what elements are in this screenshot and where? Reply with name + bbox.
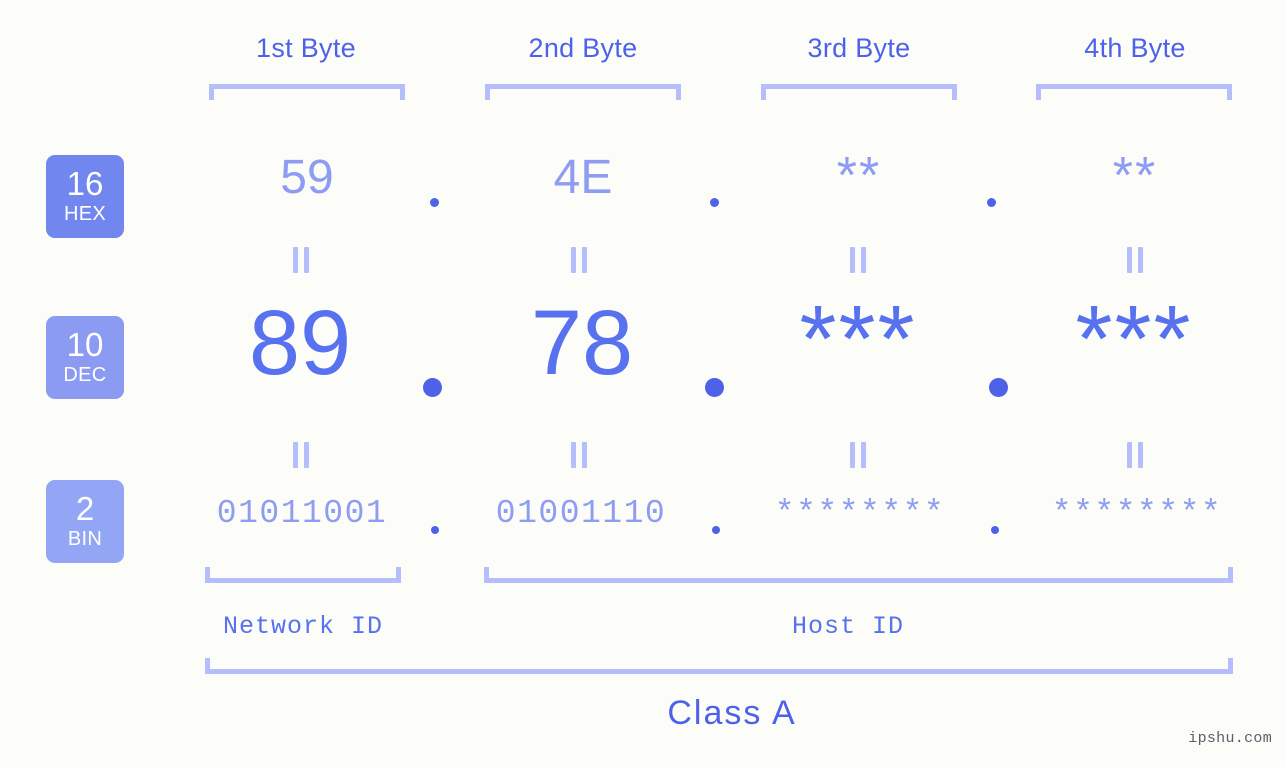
dec-value-byte-3: *** [799,286,917,392]
dec-value-byte-2: 78 [530,292,634,394]
radix-badge-bin-unit: BIN [67,527,103,550]
dec-separator-dot-3 [989,378,1008,397]
bin-value-byte-2: 01001110 [495,495,667,532]
class-label: Class A [667,694,797,732]
radix-badge-dec-unit: DEC [63,363,107,386]
byte-header-2: 2nd Byte [528,33,638,63]
bin-value-byte-4: ******** [1051,495,1223,532]
hex-value-byte-3: ** [836,147,882,205]
byte-header-3: 3rd Byte [807,33,911,63]
bin-separator-dot-2 [712,526,720,534]
bin-separator-dot-3 [991,526,999,534]
radix-badge-hex: 16 HEX [46,155,124,238]
bin-value-byte-3: ******** [774,495,946,532]
equals-mark-hex-dec-1 [293,247,310,273]
radix-badge-hex-unit: HEX [63,202,107,225]
equals-mark-hex-dec-3 [850,247,867,273]
radix-badge-dec-number: 10 [66,326,104,364]
hex-separator-dot-1 [430,198,439,207]
equals-mark-dec-bin-1 [293,442,310,468]
byte-bracket-3 [761,84,957,100]
hex-separator-dot-2 [710,198,719,207]
hex-separator-dot-3 [987,198,996,207]
network-id-bracket [205,567,401,583]
byte-header-1: 1st Byte [256,33,356,63]
watermark: ipshu.com [1188,730,1272,747]
radix-badge-dec: 10 DEC [46,316,124,399]
radix-badge-hex-number: 16 [66,165,104,203]
network-id-label: Network ID [222,612,384,641]
byte-bracket-4 [1036,84,1232,100]
byte-header-4: 4th Byte [1084,33,1186,63]
equals-mark-dec-bin-2 [571,442,588,468]
hex-value-byte-1: 59 [280,151,334,204]
radix-badge-bin-number: 2 [75,490,95,528]
host-id-bracket [484,567,1233,583]
hex-value-byte-4: ** [1112,147,1158,205]
equals-mark-hex-dec-4 [1127,247,1144,273]
dec-value-byte-1: 89 [248,292,352,394]
class-bracket [205,658,1233,674]
equals-mark-hex-dec-2 [571,247,588,273]
dec-value-byte-4: *** [1075,286,1193,392]
radix-badge-bin: 2 BIN [46,480,124,563]
bin-separator-dot-1 [431,526,439,534]
equals-mark-dec-bin-3 [850,442,867,468]
hex-value-byte-2: 4E [553,151,613,204]
dec-separator-dot-2 [705,378,724,397]
bin-value-byte-1: 01011001 [216,495,388,532]
host-id-label: Host ID [791,612,905,641]
ip-address-breakdown-diagram: 1st Byte 2nd Byte 3rd Byte 4th Byte 16 H… [0,0,1285,767]
byte-bracket-2 [485,84,681,100]
equals-mark-dec-bin-4 [1127,442,1144,468]
byte-bracket-1 [209,84,405,100]
dec-separator-dot-1 [423,378,442,397]
